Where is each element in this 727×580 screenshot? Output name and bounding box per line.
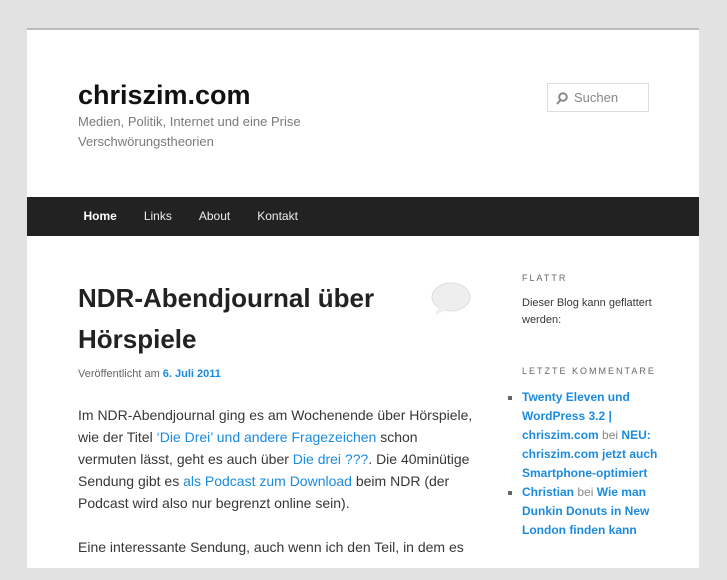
meta-prefix: Veröffentlicht am (78, 368, 160, 380)
page: chriszim.com Medien, Politik, Internet u… (27, 28, 699, 568)
link-podcast[interactable]: als Podcast zum Download (183, 473, 352, 489)
site-title[interactable]: chriszim.com (78, 80, 251, 111)
nav-home[interactable]: Home (70, 197, 130, 236)
link-fragezeichen[interactable]: ‘Die Drei’ und andere Fragezeichen (157, 429, 377, 445)
comment-item: Christian bei Wie man Dunkin Donuts in N… (522, 483, 662, 540)
nav-about[interactable]: About (185, 197, 243, 236)
comment-author[interactable]: Christian (522, 485, 574, 499)
post-title[interactable]: NDR-Abendjournal über Hörspiele (78, 278, 408, 360)
text: bei (577, 485, 594, 499)
post-content: Im NDR-Abendjournal ging es am Wochenend… (78, 404, 478, 580)
search-icon (556, 92, 568, 105)
post-date[interactable]: 6. Juli 2011 (163, 368, 221, 380)
search-placeholder: Suchen (574, 90, 619, 105)
comment-item: Twenty Eleven und WordPress 3.2 | chrisz… (522, 388, 662, 483)
text: bei (602, 428, 619, 442)
main-nav: Home Links About Kontakt (27, 197, 699, 236)
nav-kontakt[interactable]: Kontakt (244, 197, 312, 236)
post-meta: Veröffentlicht am 6. Juli 2011 (78, 368, 221, 380)
flattr-text: Dieser Blog kann geflattert werden: (522, 297, 652, 326)
widget-title-comments: LETZTE KOMMENTARE (522, 366, 656, 376)
comment-bubble-icon[interactable] (431, 282, 471, 316)
site-description: Medien, Politik, Internet und eine Prise… (78, 114, 301, 149)
search-input[interactable]: Suchen (547, 83, 649, 112)
nav-links[interactable]: Links (130, 197, 185, 236)
widget-title-flattr: FLATTR (522, 273, 568, 283)
paragraph: Eine interessante Sendung, auch wenn ich… (78, 539, 464, 555)
sidebar: FLATTR Dieser Blog kann geflattert werde… (522, 270, 662, 540)
link-die-drei[interactable]: Die drei ??? (293, 451, 369, 467)
